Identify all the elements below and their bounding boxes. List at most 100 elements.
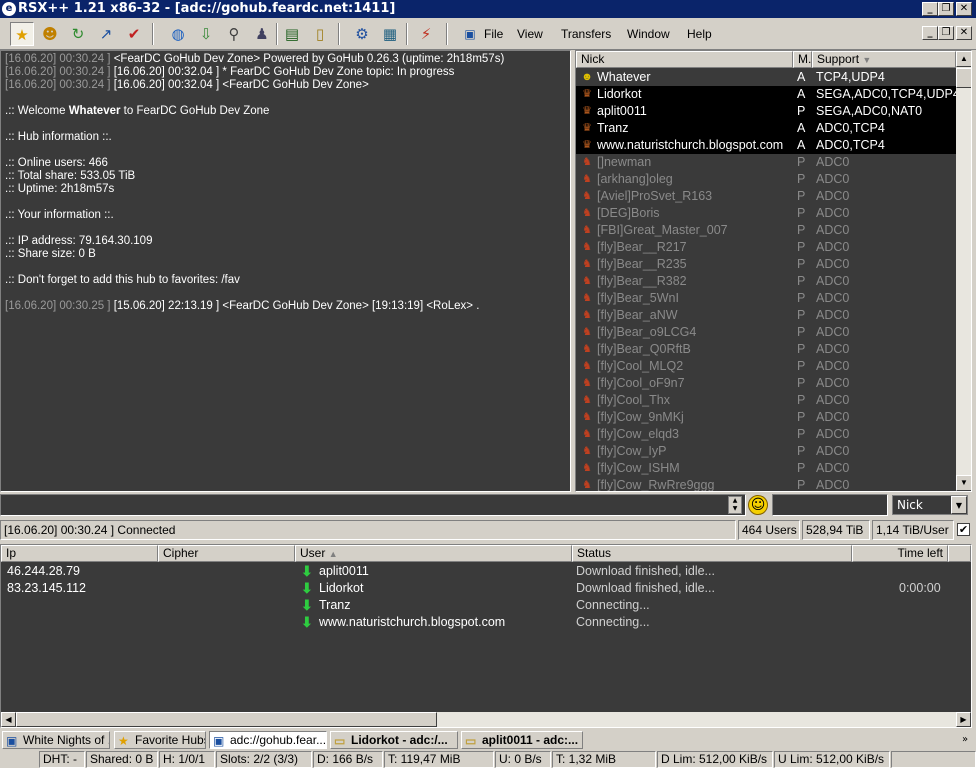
- user-row[interactable]: ♞ [fly]Cow_IyP P ADC0: [576, 443, 956, 460]
- scroll-down-button[interactable]: ▼: [956, 475, 971, 491]
- chat-log[interactable]: [16.06.20] 00:30.24 ] <FearDC GoHub Dev …: [0, 50, 571, 492]
- tab-aplit0011-filelist[interactable]: ▭ aplit0011 - adc:...: [461, 731, 583, 749]
- user-row[interactable]: ♞ [DEG]Boris P ADC0: [576, 205, 956, 222]
- notepad-icon[interactable]: ▯: [308, 22, 332, 46]
- multiline-spinner[interactable]: ▲ ▼: [728, 496, 742, 514]
- download-queue-icon[interactable]: ⇩: [194, 22, 218, 46]
- open-file-list-icon[interactable]: ▦: [378, 22, 402, 46]
- column-header-ip[interactable]: Ip: [1, 545, 158, 562]
- shutdown-icon[interactable]: ⚡: [414, 22, 438, 46]
- tab-gohub[interactable]: ▣ adc://gohub.fear...: [209, 731, 327, 749]
- user-row[interactable]: ♞ [fly]Cool_MLQ2 P ADC0: [576, 358, 956, 375]
- user-row[interactable]: ♛ Lidorkot A SEGA,ADC0,TCP4,UDP4: [576, 86, 960, 103]
- scroll-left-button[interactable]: ◀: [1, 712, 16, 727]
- favorite-hubs-toolbar-icon[interactable]: ★: [10, 22, 34, 46]
- minimize-button[interactable]: _: [922, 2, 938, 16]
- user-mode: P: [797, 240, 806, 254]
- column-header-user-label: User: [300, 546, 326, 560]
- user-row[interactable]: ♞ [fly]Bear__R235 P ADC0: [576, 256, 956, 273]
- column-header-support[interactable]: Support ▼: [812, 51, 956, 68]
- user-row[interactable]: ♞ [fly]Cow_9nMKj P ADC0: [576, 409, 956, 426]
- child-restore-button[interactable]: ❐: [938, 26, 954, 40]
- transfer-user: aplit0011: [319, 564, 369, 578]
- user-row[interactable]: ♞ [arkhang]oleg P ADC0: [576, 171, 956, 188]
- transfer-row[interactable]: ⬇ 83.23.145.112 Lidorkot Download finished,…: [1, 580, 971, 597]
- child-close-button[interactable]: ✕: [956, 26, 972, 40]
- user-row[interactable]: ☻ Whatever A TCP4,UDP4: [576, 69, 956, 86]
- user-row[interactable]: ♞ [Aviel]ProSvet_R163 P ADC0: [576, 188, 956, 205]
- column-header-user[interactable]: User ▲: [295, 545, 572, 562]
- filter-column-select[interactable]: Nick ▼: [892, 495, 968, 515]
- user-row[interactable]: ♞ []newman P ADC0: [576, 154, 956, 171]
- spy-icon[interactable]: ♟: [250, 22, 274, 46]
- user-row[interactable]: ♛ aplit0011 P SEGA,ADC0,NAT0: [576, 103, 956, 120]
- column-header-status[interactable]: Status: [572, 545, 852, 562]
- transfer-row[interactable]: ⬇ Tranz Connecting...: [1, 597, 971, 614]
- transfers-list[interactable]: Ip Cipher User ▲ Status Time left ⬇ 46.24…: [0, 544, 972, 728]
- user-row[interactable]: ♞ [fly]Bear_o9LCG4 P ADC0: [576, 324, 956, 341]
- menu-view[interactable]: View: [517, 27, 543, 41]
- chat-line: .:: IP address: 79.164.30.109: [5, 235, 570, 248]
- emoticon-button[interactable]: ☺: [748, 495, 768, 515]
- user-row[interactable]: ♞ [fly]Cool_oF9n7 P ADC0: [576, 375, 956, 392]
- chevron-down-icon[interactable]: ▼: [951, 496, 967, 514]
- column-header-time-left[interactable]: Time left: [852, 545, 948, 562]
- scroll-right-button[interactable]: ▶: [956, 712, 971, 727]
- user-row[interactable]: ♛ www.naturistchurch.blogspot.com A ADC0,TC…: [576, 137, 956, 154]
- close-button[interactable]: ✕: [956, 2, 972, 16]
- user-support: ADC0: [816, 172, 850, 186]
- user-row[interactable]: ♞ [fly]Bear_aNW P ADC0: [576, 307, 956, 324]
- user-filter-input[interactable]: [772, 494, 888, 516]
- column-header-cipher[interactable]: Cipher: [158, 545, 295, 562]
- user-row[interactable]: ♛ Tranz A ADC0,TCP4: [576, 120, 956, 137]
- show-userlist-checkbox[interactable]: ✔: [957, 523, 970, 536]
- restore-button[interactable]: ❐: [938, 2, 954, 16]
- user-nick: [fly]Cool_MLQ2: [597, 359, 684, 373]
- message-input[interactable]: [0, 494, 746, 516]
- transfer-row[interactable]: ⬇ www.naturistchurch.blogspot.com Connecti…: [1, 614, 971, 631]
- tab-favorite-hubs[interactable]: ★ Favorite Hubs: [114, 731, 206, 749]
- menu-transfers[interactable]: Transfers: [561, 27, 611, 41]
- user-row[interactable]: ♞ [fly]Bear__R382 P ADC0: [576, 273, 956, 290]
- user-status-icon: ♛: [582, 139, 592, 151]
- user-support: ADC0: [816, 240, 850, 254]
- search-icon[interactable]: ⚲: [222, 22, 246, 46]
- child-minimize-button[interactable]: _: [922, 26, 938, 40]
- tab-lidorkot-filelist[interactable]: ▭ Lidorkot - adc:/...: [330, 731, 458, 749]
- user-row[interactable]: ♞ [FBI]Great_Master_007 P ADC0: [576, 222, 956, 239]
- user-row[interactable]: ♞ [fly]Bear_Q0RftB P ADC0: [576, 341, 956, 358]
- user-row[interactable]: ♞ [fly]Cow_ISHM P ADC0: [576, 460, 956, 477]
- user-row[interactable]: ♞ [fly]Cool_Thx P ADC0: [576, 392, 956, 409]
- transfer-row[interactable]: ⬇ 46.244.28.79 aplit0011 Download finished,…: [1, 563, 971, 580]
- column-header-mode[interactable]: M.: [793, 51, 812, 68]
- reconnect-icon[interactable]: ↻: [66, 22, 90, 46]
- menu-window[interactable]: Window: [627, 27, 670, 41]
- user-row[interactable]: ♞ [fly]Cow_RwRre9ggg P ADC0: [576, 477, 956, 491]
- tab-scroll-icon[interactable]: »: [958, 732, 972, 748]
- column-header-nick[interactable]: Nick: [576, 51, 793, 68]
- user-status-icon: ♛: [582, 88, 592, 100]
- tab-label: Lidorkot - adc:/...: [351, 733, 448, 747]
- chat-line: [16.06.20] 00:30.24 ] [16.06.20] 00:32.0…: [5, 66, 570, 79]
- checklist-icon[interactable]: ✔: [122, 22, 146, 46]
- window-title: RSX++ 1.21 x86-32 - [adc://gohub.feardc.…: [18, 1, 396, 16]
- user-list[interactable]: Nick M. Support ▼ ☻ Whatever A TCP4,UDP4 ♛ Li…: [575, 50, 972, 492]
- user-row[interactable]: ♞ [fly]Bear__R217 P ADC0: [576, 239, 956, 256]
- user-row[interactable]: ♞ [fly]Bear_5WnI P ADC0: [576, 290, 956, 307]
- user-row[interactable]: ♞ [fly]Cow_elqd3 P ADC0: [576, 426, 956, 443]
- network-stats-icon[interactable]: ▤: [280, 22, 304, 46]
- user-list-scrollbar[interactable]: ▲ ▼: [956, 51, 971, 491]
- transfers-hscrollbar[interactable]: ◀ ▶: [1, 712, 971, 727]
- chat-text: .:: Don't forget to add this hub to favo…: [5, 274, 240, 286]
- tab-white-nights[interactable]: ▣ White Nights of ...: [2, 731, 110, 749]
- settings-icon[interactable]: ⚙: [350, 22, 374, 46]
- scroll-thumb[interactable]: [956, 68, 971, 88]
- follow-redirect-icon[interactable]: ↗: [94, 22, 118, 46]
- chat-text: .:: Uptime: 2h18m57s: [5, 183, 115, 195]
- public-hubs-icon[interactable]: ◍: [166, 22, 190, 46]
- menu-help[interactable]: Help: [687, 27, 712, 41]
- scroll-thumb[interactable]: [16, 712, 437, 727]
- scroll-up-button[interactable]: ▲: [956, 51, 971, 67]
- users-toolbar-icon[interactable]: ☻: [38, 22, 62, 46]
- menu-file[interactable]: File: [484, 27, 503, 41]
